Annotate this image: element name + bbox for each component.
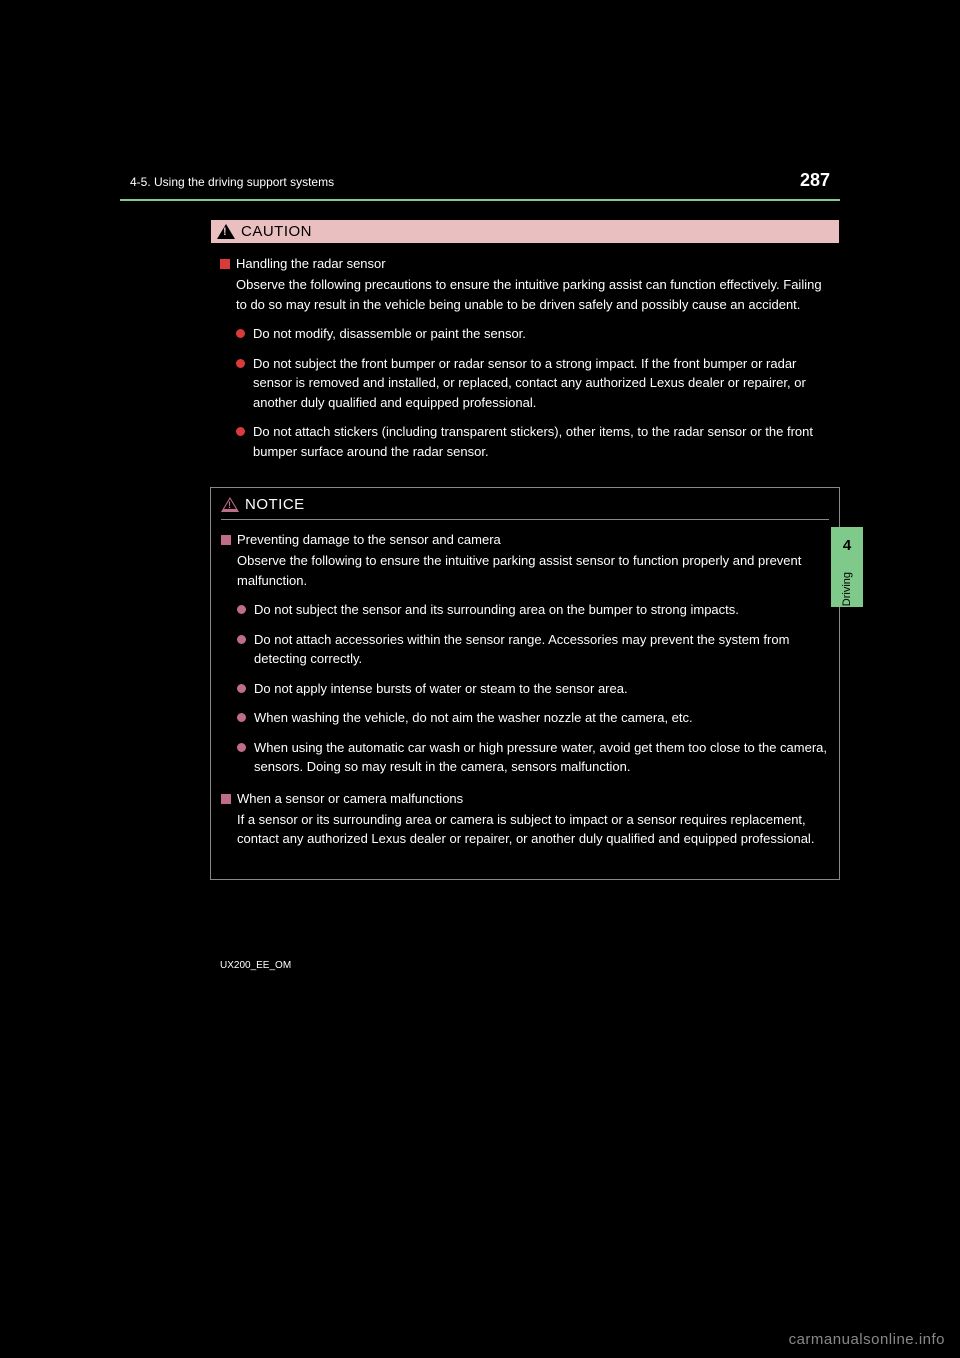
notice-section-heading: When a sensor or camera malfunctions — [221, 791, 829, 806]
caution-box: CAUTION Handling the radar sensor Observ… — [210, 219, 840, 461]
notice-box: NOTICE Preventing damage to the sensor a… — [210, 487, 840, 880]
square-bullet-icon — [221, 794, 231, 804]
chapter-number: 4 — [843, 537, 851, 554]
warning-icon — [217, 224, 235, 239]
footer-document-code: UX200_EE_OM — [210, 960, 840, 971]
page-number: 287 — [800, 170, 830, 191]
bullet-text: Do not apply intense bursts of water or … — [254, 679, 628, 699]
bullet-text: Do not modify, disassemble or paint the … — [253, 324, 526, 344]
notice-intro-text: Observe the following to ensure the intu… — [237, 551, 829, 590]
dot-bullet-icon — [236, 329, 245, 338]
dot-bullet-icon — [237, 605, 246, 614]
bullet-text: Do not attach stickers (including transp… — [253, 422, 830, 461]
bullet-text: When washing the vehicle, do not aim the… — [254, 708, 693, 728]
notice-bullet: Do not attach accessories within the sen… — [237, 630, 829, 669]
dot-bullet-icon — [237, 713, 246, 722]
notice-bullet: When washing the vehicle, do not aim the… — [237, 708, 829, 728]
dot-bullet-icon — [237, 635, 246, 644]
notice-bullet: When using the automatic car wash or hig… — [237, 738, 829, 777]
dot-bullet-icon — [237, 743, 246, 752]
dot-bullet-icon — [237, 684, 246, 693]
warning-outline-icon — [221, 497, 239, 512]
bullet-text: Do not subject the front bumper or radar… — [253, 354, 830, 413]
chapter-side-tab: 4 Driving — [831, 527, 863, 607]
caution-intro-text: Observe the following precautions to ens… — [236, 275, 830, 314]
square-bullet-icon — [221, 535, 231, 545]
section-breadcrumb: 4-5. Using the driving support systems — [130, 175, 334, 189]
caution-section-title: Handling the radar sensor — [236, 256, 386, 271]
notice-bullet: Do not subject the sensor and its surrou… — [237, 600, 829, 620]
notice-header: NOTICE — [221, 496, 829, 520]
dot-bullet-icon — [236, 359, 245, 368]
square-bullet-icon — [220, 259, 230, 269]
caution-section-heading: Handling the radar sensor — [220, 256, 830, 271]
notice-body-text-2: If a sensor or its surrounding area or c… — [237, 810, 829, 849]
page-header: 4-5. Using the driving support systems 2… — [120, 170, 840, 199]
notice-label: NOTICE — [245, 496, 305, 513]
caution-label: CAUTION — [241, 223, 312, 240]
watermark: carmanualsonline.info — [789, 1331, 945, 1348]
notice-section-title: Preventing damage to the sensor and came… — [237, 532, 501, 547]
header-rule — [120, 199, 840, 201]
chapter-label: Driving — [841, 572, 853, 606]
notice-section-title-2: When a sensor or camera malfunctions — [237, 791, 463, 806]
bullet-text: Do not subject the sensor and its surrou… — [254, 600, 739, 620]
dot-bullet-icon — [236, 427, 245, 436]
bullet-text: Do not attach accessories within the sen… — [254, 630, 829, 669]
caution-bullet: Do not subject the front bumper or radar… — [236, 354, 830, 413]
caution-bullet: Do not attach stickers (including transp… — [236, 422, 830, 461]
notice-bullet: Do not apply intense bursts of water or … — [237, 679, 829, 699]
caution-header: CAUTION — [210, 219, 840, 244]
bullet-text: When using the automatic car wash or hig… — [254, 738, 829, 777]
caution-bullet: Do not modify, disassemble or paint the … — [236, 324, 830, 344]
notice-section-heading: Preventing damage to the sensor and came… — [221, 532, 829, 547]
